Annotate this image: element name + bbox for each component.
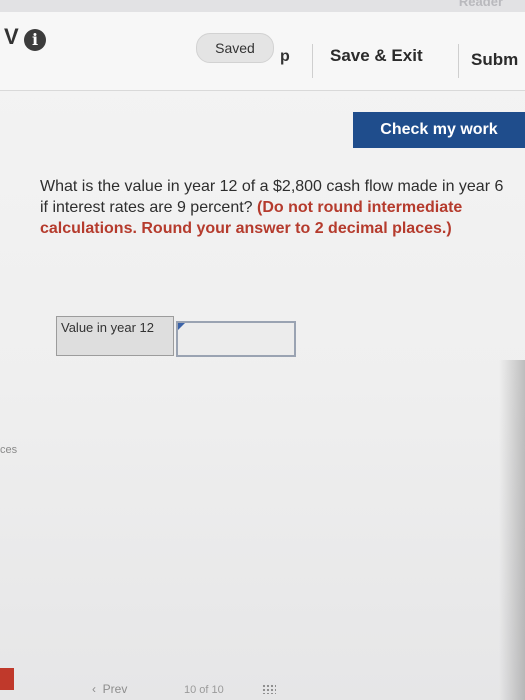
top-strip: Reader bbox=[0, 0, 525, 12]
side-panel-label: ces bbox=[0, 444, 18, 456]
submit-button[interactable]: Subm bbox=[471, 50, 518, 70]
header-letter: V bbox=[4, 24, 19, 49]
chevron-left-icon: ‹ bbox=[92, 682, 96, 696]
input-marker-icon bbox=[178, 323, 185, 330]
separator bbox=[458, 44, 459, 78]
grid-icon[interactable] bbox=[262, 684, 276, 694]
screen-edge-shadow bbox=[499, 360, 525, 700]
reader-label: Reader bbox=[458, 0, 503, 9]
prev-label: Prev bbox=[102, 682, 128, 696]
answer-input[interactable] bbox=[176, 321, 296, 357]
save-exit-button[interactable]: Save & Exit bbox=[330, 46, 423, 66]
screen: Reader V i Saved p Save & Exit Subm Chec… bbox=[0, 0, 525, 700]
page-counter: 10 of 10 bbox=[184, 684, 224, 696]
check-my-work-button[interactable]: Check my work bbox=[353, 112, 525, 148]
footer-nav: ‹ Prev 10 of 10 bbox=[0, 672, 525, 700]
help-link[interactable]: p bbox=[280, 48, 290, 66]
separator bbox=[312, 44, 313, 78]
saved-status: Saved bbox=[196, 33, 274, 63]
prev-button[interactable]: ‹ Prev bbox=[92, 682, 127, 696]
info-icon[interactable]: i bbox=[24, 29, 46, 51]
answer-label: Value in year 12 bbox=[56, 316, 174, 356]
question-text: What is the value in year 12 of a $2,800… bbox=[40, 176, 510, 239]
